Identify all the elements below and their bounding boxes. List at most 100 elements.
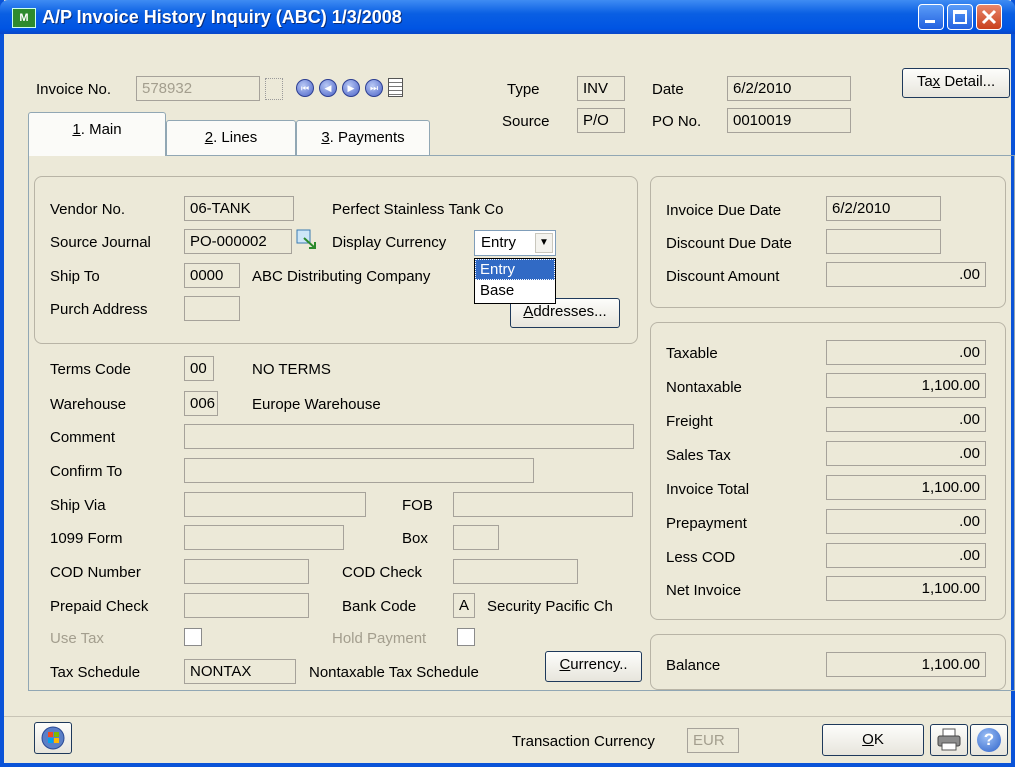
minimize-button[interactable] <box>918 4 944 30</box>
tab-lines-label: . Lines <box>213 129 258 146</box>
chevron-down-icon[interactable]: ▼ <box>535 233 553 253</box>
display-currency-value: Entry <box>481 234 517 251</box>
maximize-button[interactable] <box>947 4 973 30</box>
ok-button[interactable]: OK <box>822 724 924 756</box>
bank-name: Security Pacific Ch <box>487 598 613 615</box>
footer-divider <box>4 716 1011 717</box>
source-journal-field[interactable]: PO-000002 <box>184 229 292 254</box>
tab-main[interactable]: 1. Main <box>28 112 166 156</box>
date-label: Date <box>652 81 684 98</box>
currency-label: urrency.. <box>570 656 628 673</box>
balance-field[interactable]: 1,100.00 <box>826 652 986 677</box>
tax-schedule-desc: Nontaxable Tax Schedule <box>309 664 479 681</box>
memo-icon[interactable] <box>388 78 403 97</box>
display-currency-dropdown: Entry Base <box>474 258 556 304</box>
bank-code-field[interactable]: A <box>453 593 475 618</box>
invoice-total-label: Invoice Total <box>666 481 750 498</box>
currency-option-entry[interactable]: Entry <box>475 259 555 280</box>
ship-via-field[interactable] <box>184 492 366 517</box>
help-button[interactable]: ? <box>970 724 1008 756</box>
invoice-history-window: M A/P Invoice History Inquiry (ABC) 1/3/… <box>0 0 1015 767</box>
po-no-field[interactable]: 0010019 <box>727 108 851 133</box>
tab-payments-label: . Payments <box>329 129 405 146</box>
tax-detail-button[interactable]: Tax Detail... <box>902 68 1010 98</box>
addresses-key: A <box>523 303 534 320</box>
currency-option-base[interactable]: Base <box>475 280 555 301</box>
net-invoice-field[interactable]: 1,100.00 <box>826 576 986 601</box>
fob-label: FOB <box>402 497 433 514</box>
nontaxable-field[interactable]: 1,100.00 <box>826 373 986 398</box>
hold-payment-checkbox[interactable] <box>457 628 475 646</box>
freight-field[interactable]: .00 <box>826 407 986 432</box>
drill-down-icon[interactable] <box>296 229 318 251</box>
use-tax-label: Use Tax <box>50 630 104 647</box>
invoice-no-field[interactable]: 578932 <box>136 76 260 101</box>
hub-button[interactable] <box>34 722 72 754</box>
addresses-label: ddresses... <box>533 303 607 320</box>
vendor-no-field[interactable]: 06-TANK <box>184 196 294 221</box>
warehouse-label: Warehouse <box>50 396 127 413</box>
confirm-to-label: Confirm To <box>50 463 123 480</box>
sales-tax-label: Sales Tax <box>666 447 731 464</box>
comment-field[interactable] <box>184 424 634 449</box>
printer-icon <box>937 728 961 751</box>
tax-schedule-label: Tax Schedule <box>50 664 141 681</box>
nav-prev-icon[interactable]: ◀ <box>319 79 337 97</box>
ship-to-field[interactable]: 0000 <box>184 263 240 288</box>
type-field[interactable]: INV <box>577 76 625 101</box>
transaction-currency-field[interactable]: EUR <box>687 728 739 753</box>
print-button[interactable] <box>930 724 968 756</box>
freight-label: Freight <box>666 413 713 430</box>
warehouse-field[interactable]: 006 <box>184 391 218 416</box>
cod-check-field[interactable] <box>453 559 578 584</box>
purch-address-field[interactable] <box>184 296 240 321</box>
use-tax-checkbox[interactable] <box>184 628 202 646</box>
prepaid-check-label: Prepaid Check <box>50 598 149 615</box>
nav-first-icon[interactable]: ⏮ <box>296 79 314 97</box>
nav-next-icon[interactable]: ▶ <box>342 79 360 97</box>
discount-due-date-label: Discount Due Date <box>666 235 792 252</box>
discount-amount-field[interactable]: .00 <box>826 262 986 287</box>
ship-to-name: ABC Distributing Company <box>252 268 431 285</box>
title-bar[interactable]: M A/P Invoice History Inquiry (ABC) 1/3/… <box>0 0 1015 34</box>
tab-main-key: 1 <box>72 121 81 138</box>
box-field[interactable] <box>453 525 499 550</box>
taxable-field[interactable]: .00 <box>826 340 986 365</box>
discount-due-date-field[interactable] <box>826 229 941 254</box>
close-button[interactable] <box>976 4 1002 30</box>
nav-last-icon[interactable]: ⏭ <box>365 79 383 97</box>
invoice-no-label: Invoice No. <box>36 81 112 98</box>
sales-tax-field[interactable]: .00 <box>826 441 986 466</box>
date-field[interactable]: 6/2/2010 <box>727 76 851 101</box>
ship-to-label: Ship To <box>50 268 100 285</box>
prepaid-check-field[interactable] <box>184 593 309 618</box>
help-icon: ? <box>977 728 1001 752</box>
invoice-due-date-field[interactable]: 6/2/2010 <box>826 196 941 221</box>
vendor-name: Perfect Stainless Tank Co <box>332 201 504 218</box>
cod-number-field[interactable] <box>184 559 309 584</box>
form-1099-label: 1099 Form <box>50 530 123 547</box>
minimize-icon <box>925 20 935 23</box>
po-no-label: PO No. <box>652 113 702 130</box>
window-title: A/P Invoice History Inquiry (ABC) 1/3/20… <box>42 7 402 27</box>
tab-payments[interactable]: 3. Payments <box>296 120 430 156</box>
display-currency-select[interactable]: Entry ▼ <box>474 230 556 256</box>
fob-field[interactable] <box>453 492 633 517</box>
tax-schedule-field[interactable]: NONTAX <box>184 659 296 684</box>
prepayment-field[interactable]: .00 <box>826 509 986 534</box>
confirm-to-field[interactable] <box>184 458 534 483</box>
terms-code-field[interactable]: 00 <box>184 356 214 381</box>
ok-key: O <box>862 731 874 748</box>
source-field[interactable]: P/O <box>577 108 625 133</box>
tab-lines[interactable]: 2. Lines <box>166 120 296 156</box>
currency-button[interactable]: Currency.. <box>545 651 642 682</box>
terms-code-label: Terms Code <box>50 361 131 378</box>
invoice-due-date-label: Invoice Due Date <box>666 202 782 219</box>
hold-payment-label: Hold Payment <box>332 630 427 647</box>
invoice-total-field[interactable]: 1,100.00 <box>826 475 986 500</box>
discount-amount-label: Discount Amount <box>666 268 780 285</box>
close-icon <box>981 9 997 25</box>
lookup-icon[interactable] <box>265 78 283 100</box>
form-1099-field[interactable] <box>184 525 344 550</box>
less-cod-field[interactable]: .00 <box>826 543 986 568</box>
